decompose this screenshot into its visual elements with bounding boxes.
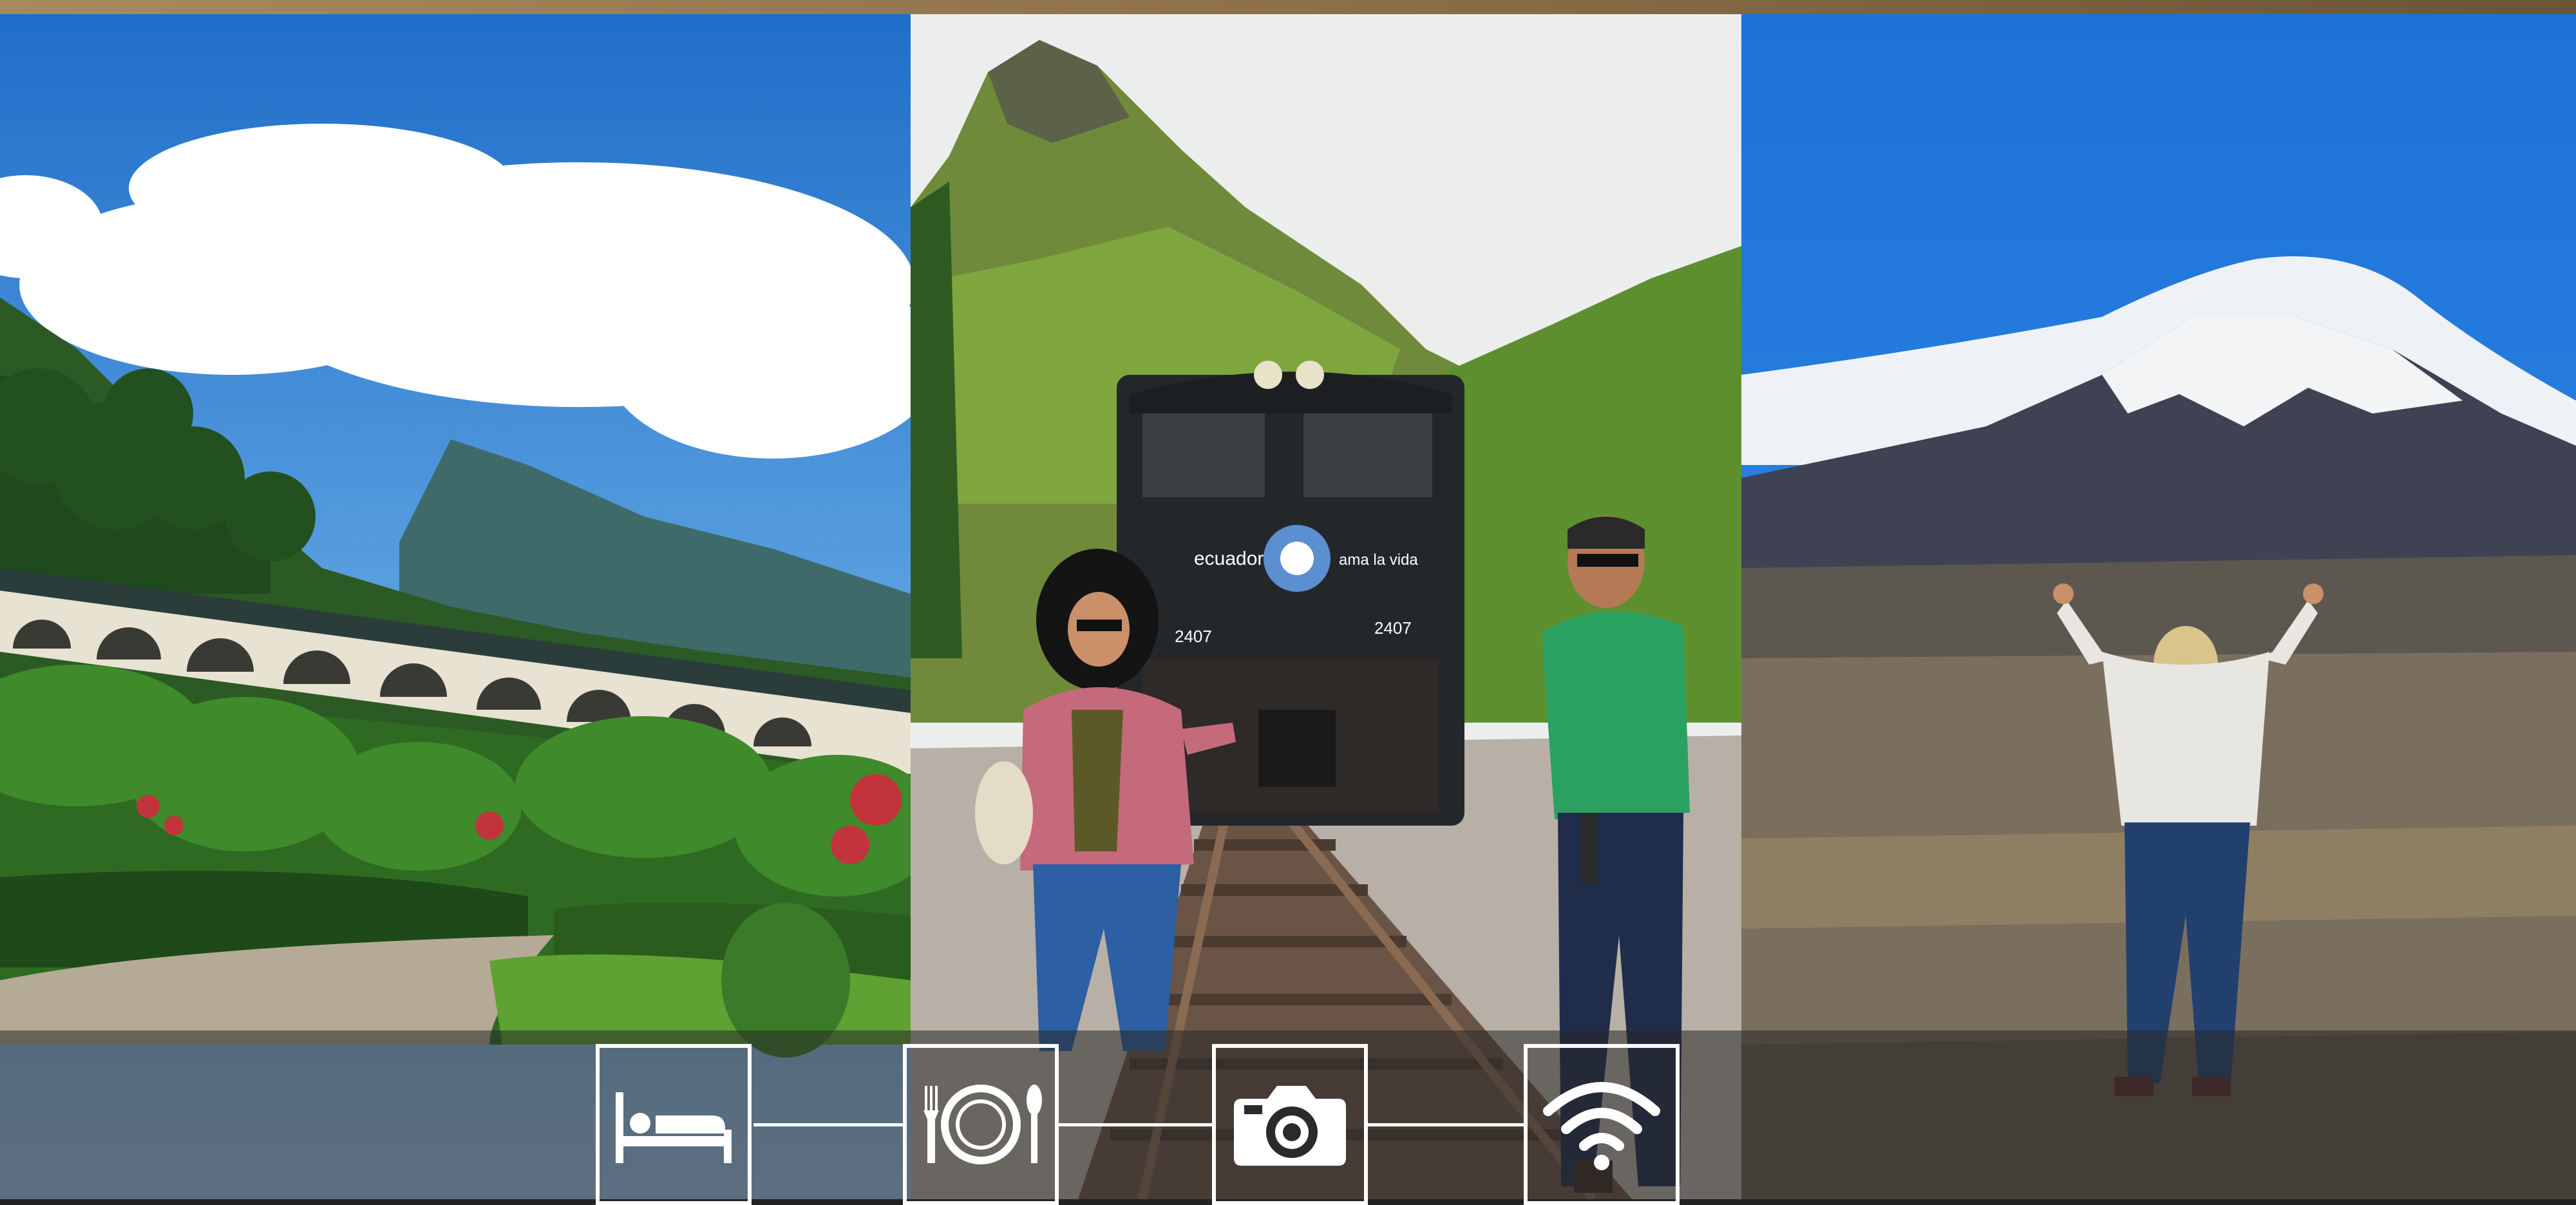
locomotive-brand-text: ecuador [1194, 548, 1264, 569]
plate-cutlery-icon [923, 1085, 1042, 1164]
camera-icon [1234, 1086, 1346, 1166]
photo-train-tracks: ecuador ama la vida 2407 2407 [911, 14, 1741, 1199]
dining-amenity [903, 1044, 1059, 1205]
locomotive-number-right: 2407 [1374, 618, 1412, 638]
bed-icon [616, 1092, 732, 1163]
wifi-icon [1543, 1082, 1660, 1170]
top-accent-bar [0, 0, 2576, 14]
photo-volcano [1741, 14, 2576, 1199]
wifi-amenity [1524, 1044, 1680, 1205]
photography-amenity [1212, 1044, 1368, 1205]
photo-hacienda-garden [0, 14, 911, 1199]
locomotive-number-left: 2407 [1175, 627, 1212, 646]
locomotive-slogan-text: ama la vida [1339, 551, 1418, 569]
lodging-amenity [596, 1044, 752, 1205]
